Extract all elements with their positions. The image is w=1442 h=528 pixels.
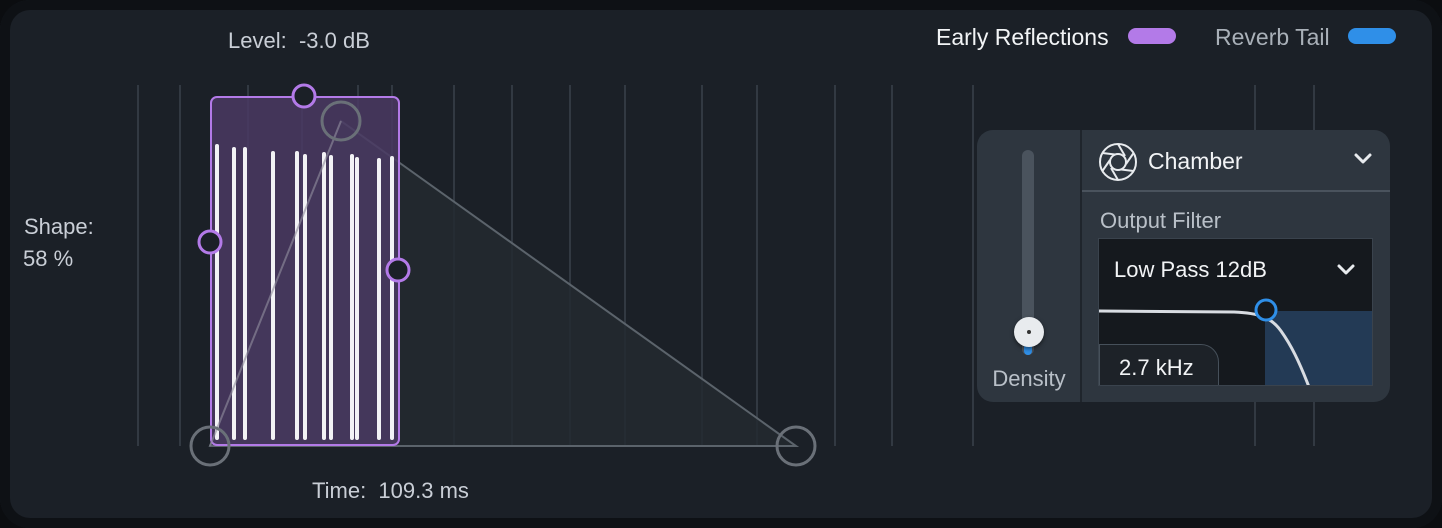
time-value: 109.3 ms	[378, 478, 469, 503]
settings-panel: Density Chamber Output Filter Low Pass 1…	[977, 130, 1390, 402]
reverb-editor: Level: -3.0 dB Shape: 58 % Time: 109.3 m…	[0, 0, 1442, 528]
chevron-down-icon[interactable]	[1352, 148, 1374, 170]
level-readout: Level: -3.0 dB	[228, 28, 370, 54]
density-slider-knob[interactable]	[1014, 317, 1044, 347]
cutoff-handle[interactable]	[1254, 298, 1278, 322]
legend-reverb-tail[interactable]: Reverb Tail	[1215, 24, 1330, 51]
cutoff-frequency-value: 2.7 kHz	[1119, 355, 1194, 380]
level-label: Level:	[228, 28, 287, 53]
level-value: -3.0 dB	[298, 28, 370, 53]
legend-early-reflections[interactable]: Early Reflections	[936, 24, 1109, 51]
time-label: Time:	[312, 478, 367, 503]
output-filter-box: Low Pass 12dB 2.7 kHz	[1098, 238, 1373, 386]
reverb-tail-swatch	[1348, 28, 1396, 44]
shape-label: Shape:	[24, 214, 94, 239]
time-readout: Time: 109.3 ms	[312, 478, 469, 504]
cutoff-frequency-field[interactable]: 2.7 kHz	[1099, 344, 1219, 385]
preset-name: Chamber	[1148, 148, 1243, 174]
time-handle[interactable]	[385, 257, 411, 283]
output-filter-label: Output Filter	[1100, 208, 1222, 233]
early-reflections-swatch	[1128, 28, 1176, 44]
preset-selector[interactable]: Chamber	[1082, 130, 1390, 192]
density-label: Density	[992, 366, 1066, 391]
level-handle[interactable]	[291, 83, 317, 109]
shape-handle[interactable]	[197, 229, 223, 255]
shape-value: 58 %	[23, 246, 74, 271]
aperture-icon	[1099, 143, 1137, 181]
